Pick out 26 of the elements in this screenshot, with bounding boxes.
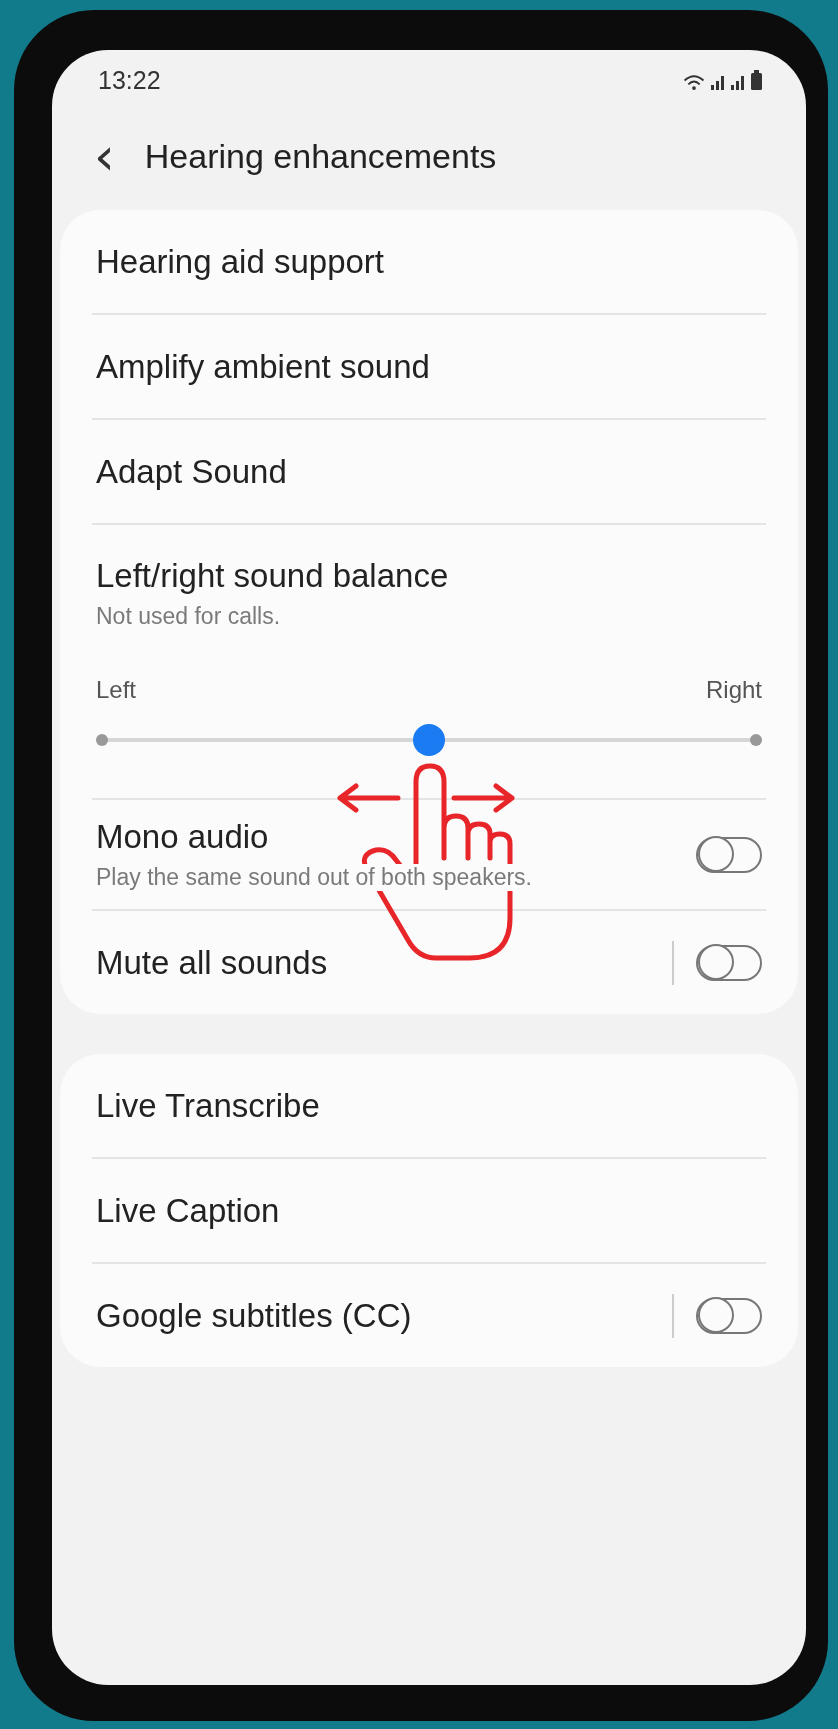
settings-item[interactable]: Live Caption bbox=[96, 1159, 762, 1262]
screen-title: Hearing enhancements bbox=[144, 136, 497, 176]
slider-end-dot bbox=[750, 734, 762, 746]
toggle-switch[interactable] bbox=[696, 1297, 762, 1334]
wifi-icon bbox=[683, 72, 705, 90]
setting-label: Left/right sound balance bbox=[96, 557, 450, 595]
slider-thumb[interactable] bbox=[413, 724, 445, 756]
slider-right-label: Right bbox=[705, 676, 762, 704]
back-button[interactable]: ‹ bbox=[90, 136, 119, 176]
slider-end-dot bbox=[96, 734, 108, 746]
signal-icon bbox=[711, 75, 725, 90]
settings-item[interactable]: Adapt Sound bbox=[96, 420, 762, 523]
setting-description: Play the same sound out of both speakers. bbox=[96, 864, 532, 891]
setting-label: Mute all sounds bbox=[96, 943, 329, 982]
setting-label: Google subtitles (CC) bbox=[96, 1296, 413, 1335]
setting-label: Mono audio bbox=[96, 818, 270, 856]
balance-slider[interactable] bbox=[96, 724, 762, 756]
signal-icon bbox=[731, 75, 745, 90]
slider-left-label: Left bbox=[96, 676, 137, 704]
settings-item[interactable]: Live Transcribe bbox=[96, 1054, 762, 1157]
settings-item[interactable]: Amplify ambient sound bbox=[96, 315, 762, 418]
toggle-switch[interactable] bbox=[696, 836, 762, 873]
battery-icon bbox=[751, 70, 762, 90]
settings-item[interactable]: Hearing aid support bbox=[96, 210, 762, 313]
toggle-switch[interactable] bbox=[696, 944, 762, 981]
status-time: 13:22 bbox=[98, 65, 161, 95]
